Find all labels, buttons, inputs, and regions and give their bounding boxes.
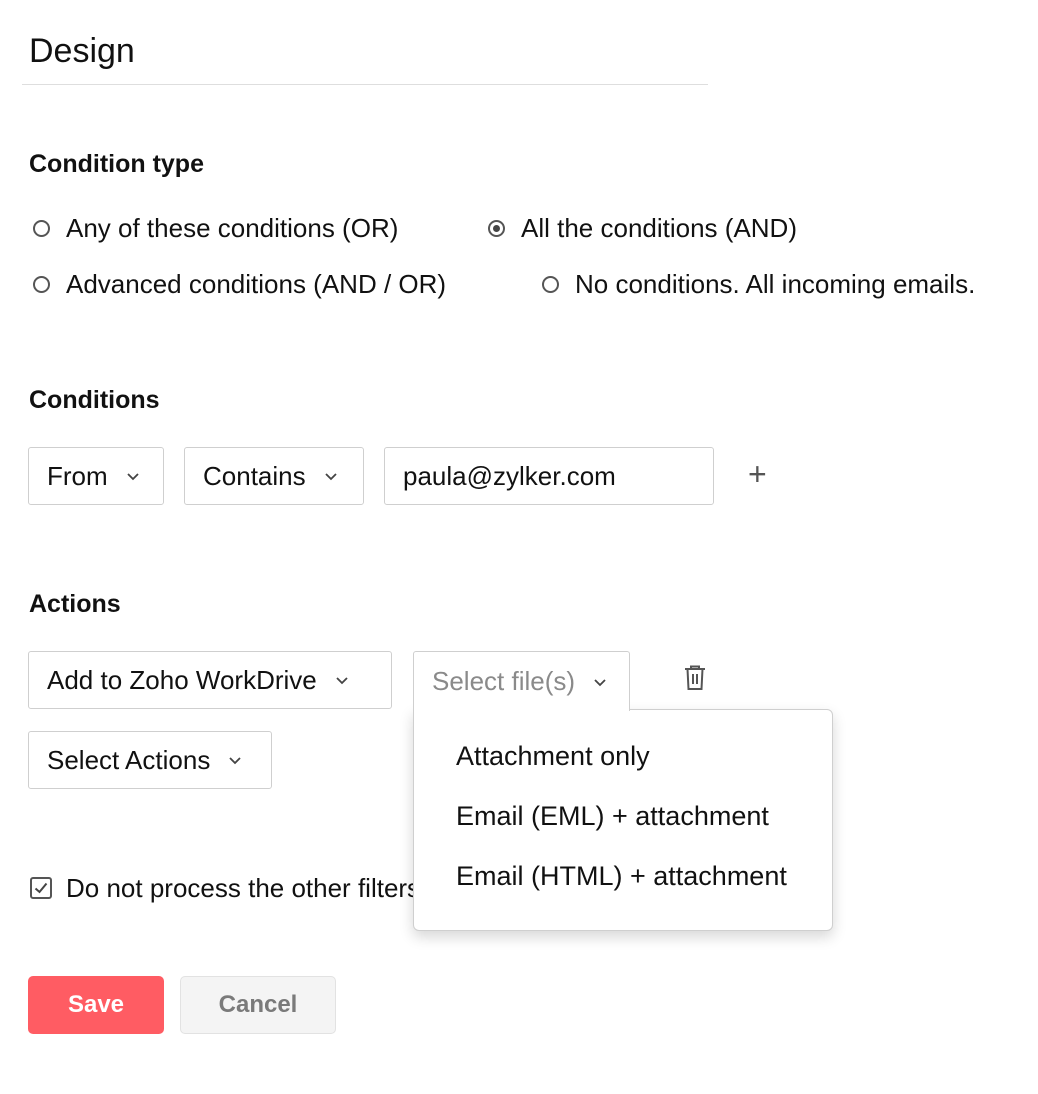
condition-field-select[interactable]: From	[28, 447, 164, 505]
chevron-down-icon	[335, 673, 349, 687]
condition-field-value: From	[47, 460, 108, 491]
file-select-dropdown[interactable]: Select file(s)	[413, 651, 630, 711]
title-divider	[22, 84, 708, 85]
delete-action-button[interactable]	[683, 664, 707, 697]
radio-any-conditions[interactable]: Any of these conditions (OR)	[33, 212, 398, 244]
actions-heading: Actions	[29, 590, 121, 618]
stop-processing-option[interactable]: Do not process the other filters	[30, 872, 414, 904]
file-select-placeholder: Select file(s)	[432, 666, 576, 696]
radio-label: Advanced conditions (AND / OR)	[66, 269, 447, 299]
action-type-value: Add to Zoho WorkDrive	[47, 664, 317, 695]
radio-label: No conditions. All incoming emails.	[575, 269, 976, 299]
file-options-menu: Attachment only Email (EML) + attachment…	[413, 709, 833, 931]
menu-item-email-eml-attachment[interactable]: Email (EML) + attachment	[414, 800, 832, 860]
chevron-down-icon	[228, 753, 242, 767]
save-button[interactable]: Save	[28, 976, 164, 1034]
plus-icon: +	[748, 456, 767, 492]
radio-label: All the conditions (AND)	[521, 213, 797, 243]
radio-advanced-conditions[interactable]: Advanced conditions (AND / OR)	[33, 268, 446, 300]
trash-icon	[683, 665, 707, 696]
menu-item-email-html-attachment[interactable]: Email (HTML) + attachment	[414, 860, 832, 920]
radio-label: Any of these conditions (OR)	[66, 213, 399, 243]
chevron-down-icon	[324, 469, 338, 483]
menu-item-attachment-only[interactable]: Attachment only	[414, 740, 832, 800]
conditions-heading: Conditions	[29, 386, 160, 414]
radio-no-conditions[interactable]: No conditions. All incoming emails.	[542, 268, 975, 300]
action-type-select[interactable]: Add to Zoho WorkDrive	[28, 651, 392, 709]
condition-value-input[interactable]	[384, 447, 714, 505]
select-actions-dropdown[interactable]: Select Actions	[28, 731, 272, 789]
cancel-button[interactable]: Cancel	[180, 976, 336, 1034]
chevron-down-icon	[126, 469, 140, 483]
radio-all-conditions[interactable]: All the conditions (AND)	[488, 212, 797, 244]
condition-type-heading: Condition type	[29, 150, 204, 178]
chevron-down-icon	[593, 675, 607, 689]
radio-button[interactable]	[542, 275, 559, 293]
stop-processing-checkbox[interactable]	[30, 877, 52, 899]
page-title: Design	[29, 32, 135, 70]
radio-button[interactable]	[33, 275, 50, 293]
radio-button[interactable]	[33, 219, 50, 237]
radio-button-selected[interactable]	[488, 219, 505, 237]
add-condition-button[interactable]: +	[748, 458, 767, 490]
condition-operator-select[interactable]: Contains	[184, 447, 364, 505]
condition-operator-value: Contains	[203, 460, 306, 491]
stop-processing-label: Do not process the other filters	[66, 873, 414, 903]
select-actions-value: Select Actions	[47, 744, 211, 775]
